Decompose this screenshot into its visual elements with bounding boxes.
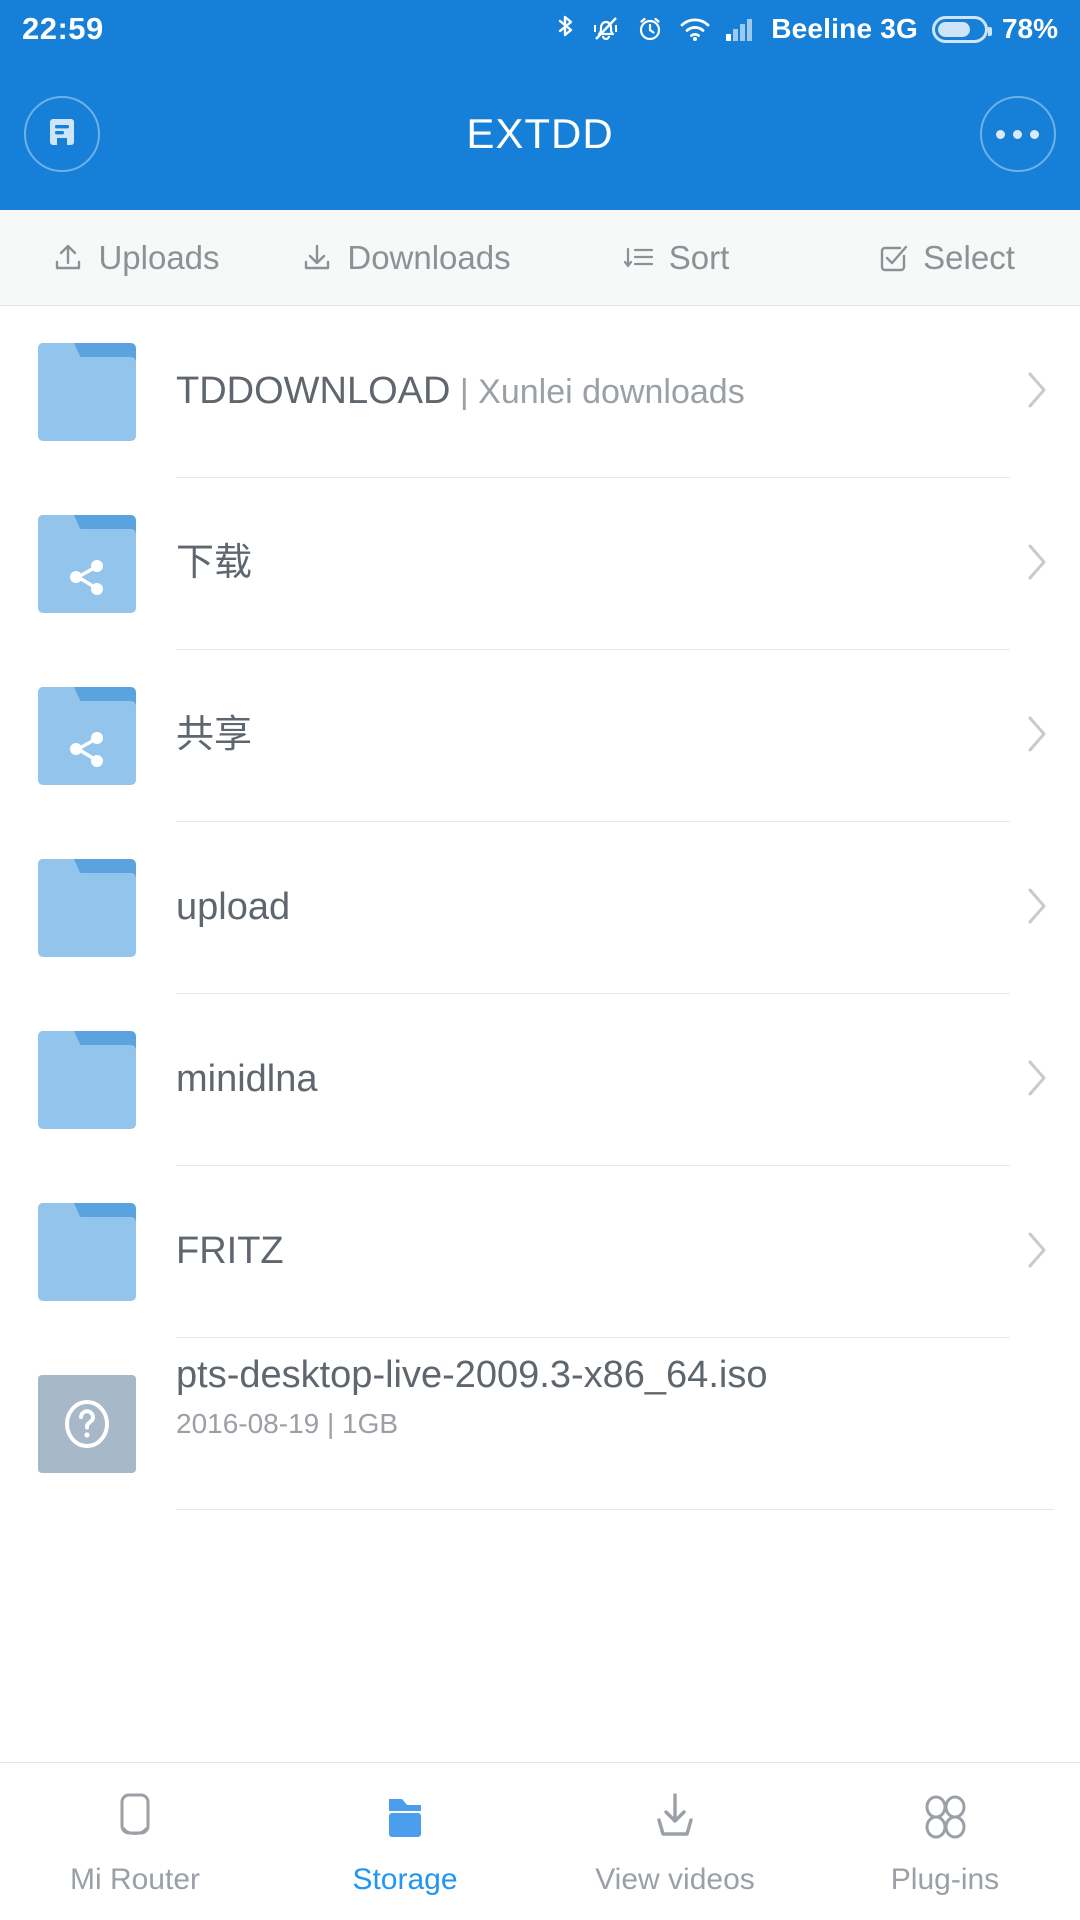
chevron-right-icon — [1020, 534, 1054, 595]
status-bar: 22:59 Beeline 3G 78% — [0, 0, 1080, 58]
file-list-item[interactable]: FRITZ — [0, 1166, 1080, 1338]
plugins-grid-icon — [915, 1787, 975, 1847]
router-icon — [105, 1787, 165, 1847]
nav-label: Plug-ins — [890, 1862, 1000, 1896]
file-name: FRITZ — [176, 1230, 284, 1273]
file-name: pts-desktop-live-2009.3-x86_64.iso — [176, 1354, 768, 1396]
file-name: upload — [176, 886, 291, 929]
upload-icon — [50, 240, 86, 276]
file-name: 共享 — [176, 714, 253, 757]
download-tray-icon — [645, 1787, 705, 1847]
nav-item-view-videos[interactable]: View videos — [540, 1787, 810, 1897]
bluetooth-icon — [555, 14, 577, 44]
status-time: 22:59 — [22, 11, 104, 46]
chevron-right-icon — [1020, 362, 1054, 423]
shared-folder-icon — [38, 515, 136, 613]
file-list-item[interactable]: upload — [0, 822, 1080, 994]
device-storage-icon — [42, 112, 82, 157]
battery-percent: 78% — [1001, 13, 1058, 44]
file-name: TDDOWNLOAD — [176, 370, 451, 413]
battery-icon — [931, 15, 992, 43]
file-list[interactable]: TDDOWNLOAD | Xunlei downloads 下载 共享 uplo… — [0, 306, 1080, 1762]
unknown-file-icon — [38, 1375, 136, 1473]
status-icons: Beeline 3G 78% — [555, 13, 1058, 45]
file-list-item[interactable]: pts-desktop-live-2009.3-x86_64.iso 2016-… — [0, 1338, 1080, 1510]
sort-icon — [621, 240, 657, 276]
toolbar-downloads[interactable]: Downloads — [270, 239, 540, 277]
file-subtitle: | Xunlei downloads — [450, 373, 745, 412]
file-list-item[interactable]: minidlna — [0, 994, 1080, 1166]
toolbar-uploads[interactable]: Uploads — [0, 239, 270, 277]
shared-folder-icon — [38, 687, 136, 785]
checkbox-check-icon — [875, 240, 911, 276]
nav-label: Storage — [352, 1862, 458, 1896]
action-toolbar: Uploads Downloads Sort Select — [0, 210, 1080, 306]
toolbar-sort[interactable]: Sort — [540, 239, 810, 277]
folder-icon — [38, 1031, 136, 1129]
more-options-button[interactable] — [979, 96, 1056, 172]
nav-label: View videos — [595, 1862, 755, 1896]
bottom-navigation: Mi Router Storage View videos Plug-ins — [0, 1762, 1080, 1920]
chevron-right-icon — [1020, 878, 1054, 939]
alarm-icon — [635, 14, 665, 44]
more-options-icon — [996, 129, 1040, 139]
carrier-label: Beeline 3G — [771, 13, 918, 44]
folder-icon — [38, 1203, 136, 1301]
chevron-right-icon — [1020, 706, 1054, 767]
file-name: minidlna — [176, 1058, 318, 1101]
chevron-right-icon — [1020, 1222, 1054, 1283]
wifi-icon — [679, 16, 711, 42]
chevron-right-icon — [1020, 1050, 1054, 1111]
file-list-item[interactable]: 共享 — [0, 650, 1080, 822]
toolbar-uploads-label: Uploads — [98, 238, 220, 276]
toolbar-select[interactable]: Select — [810, 239, 1080, 277]
page-title: EXTDD — [466, 110, 614, 157]
cellular-signal-icon — [725, 16, 757, 42]
nav-label: Mi Router — [69, 1862, 201, 1896]
folder-solid-icon — [375, 1787, 435, 1847]
file-meta: 2016-08-19 | 1GB — [176, 1407, 399, 1439]
toolbar-downloads-label: Downloads — [347, 238, 511, 276]
file-list-item[interactable]: TDDOWNLOAD | Xunlei downloads — [0, 306, 1080, 478]
nav-item-storage[interactable]: Storage — [270, 1787, 540, 1897]
toolbar-sort-label: Sort — [668, 238, 730, 276]
file-name: 下载 — [176, 542, 253, 585]
folder-icon — [38, 859, 136, 957]
toolbar-select-label: Select — [923, 238, 1015, 276]
folder-icon — [38, 343, 136, 441]
download-icon — [299, 240, 335, 276]
nav-item-plugins[interactable]: Plug-ins — [810, 1787, 1080, 1897]
file-list-item[interactable]: 下载 — [0, 478, 1080, 650]
silent-bell-icon — [591, 14, 621, 44]
app-header: EXTDD — [0, 58, 1080, 210]
file-manager-screen: 22:59 Beeline 3G 78% EXTDD Uploads Downl… — [0, 0, 1080, 1920]
device-storage-button[interactable] — [24, 96, 100, 172]
nav-item-mi-router[interactable]: Mi Router — [0, 1787, 270, 1897]
